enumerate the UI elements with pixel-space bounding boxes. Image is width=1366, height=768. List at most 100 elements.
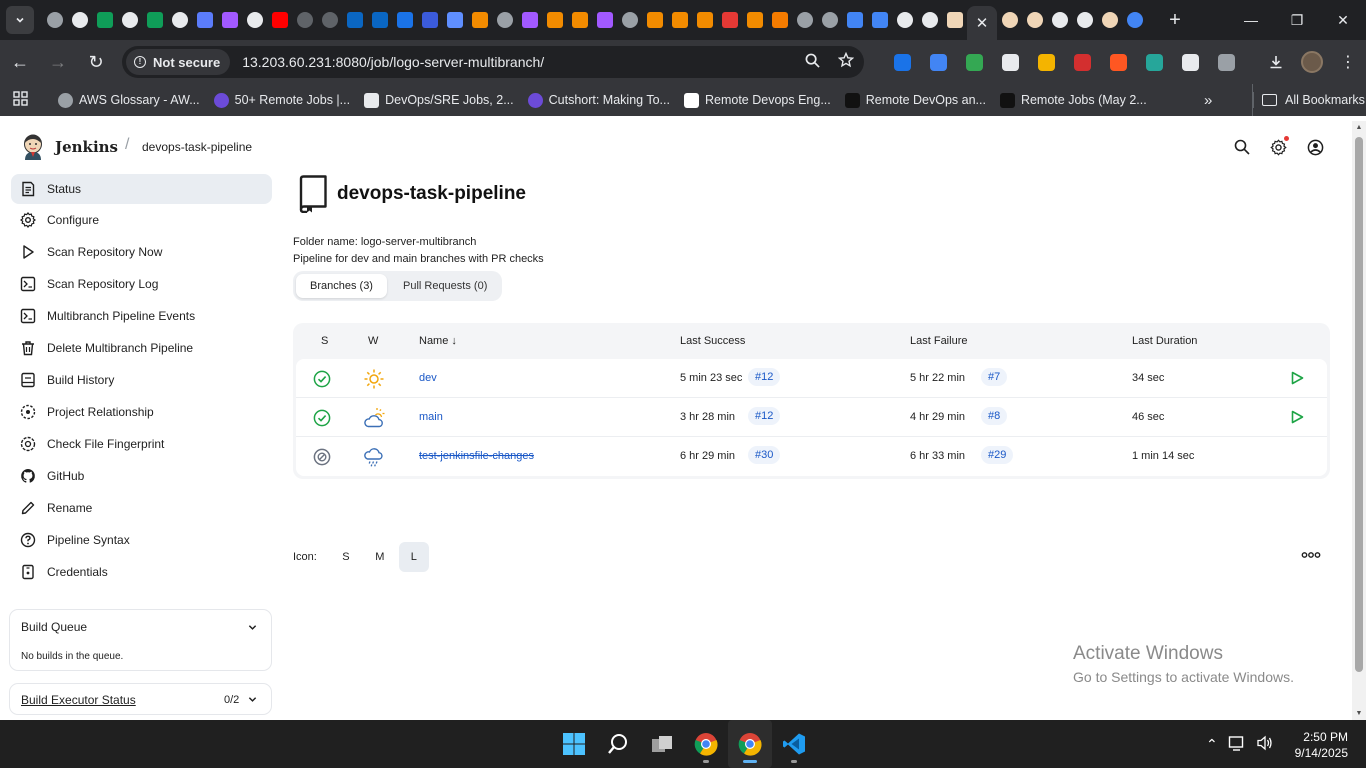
jenkins-brand[interactable]: Jenkins: [55, 138, 118, 156]
tab-favicon[interactable]: [1047, 0, 1072, 40]
branch-name-link[interactable]: test-jenkinsfile-changes: [419, 450, 534, 462]
sidebar-item-multibranch-pipeline-events[interactable]: Multibranch Pipeline Events: [11, 300, 272, 332]
chevron-down-icon[interactable]: [248, 695, 257, 704]
tab-favicon[interactable]: [842, 0, 867, 40]
tab-favicon[interactable]: [192, 0, 217, 40]
sidebar-item-build-history[interactable]: Build History: [11, 364, 272, 396]
tab-favicon[interactable]: [892, 0, 917, 40]
tab-favicon[interactable]: [542, 0, 567, 40]
extension-icon[interactable]: [1136, 40, 1172, 84]
reload-button[interactable]: ↻: [78, 44, 114, 80]
extension-icons[interactable]: [884, 40, 1244, 84]
tab-favicon[interactable]: [392, 0, 417, 40]
tab-favicon[interactable]: [42, 0, 67, 40]
column-name[interactable]: Name ↓: [419, 335, 457, 347]
icon-size-s[interactable]: S: [331, 542, 361, 572]
sidebar-item-configure[interactable]: Configure: [11, 204, 272, 236]
tab-favicon[interactable]: [692, 0, 717, 40]
last-failure-build-link[interactable]: #7: [981, 368, 1008, 386]
apps-grid-icon[interactable]: [0, 91, 40, 109]
extension-icon[interactable]: [1172, 40, 1208, 84]
branch-name-link[interactable]: dev: [419, 372, 437, 384]
tab-favicon[interactable]: [92, 0, 117, 40]
column-last-failure[interactable]: Last Failure: [910, 335, 967, 347]
network-icon[interactable]: [1228, 735, 1246, 754]
tab-favicon[interactable]: [817, 0, 842, 40]
taskbar-vscode[interactable]: [772, 720, 816, 768]
tab-favicon[interactable]: [242, 0, 267, 40]
tab-favicon[interactable]: [717, 0, 742, 40]
last-failure-build-link[interactable]: #8: [981, 407, 1008, 425]
column-last-success[interactable]: Last Success: [680, 335, 745, 347]
tab-favicon[interactable]: [317, 0, 342, 40]
chevron-down-icon[interactable]: [248, 623, 257, 632]
extension-icon[interactable]: [956, 40, 992, 84]
schedule-build-play-icon[interactable]: [1290, 371, 1304, 385]
icon-size-m[interactable]: M: [365, 542, 395, 572]
tab-favicon[interactable]: [642, 0, 667, 40]
tab-favicon[interactable]: [997, 0, 1022, 40]
tab-favicon[interactable]: [142, 0, 167, 40]
new-tab-button[interactable]: +: [1163, 9, 1187, 32]
search-icon[interactable]: [1232, 135, 1251, 159]
bookmark-item[interactable]: DevOps/SRE Jobs, 2...: [364, 92, 514, 108]
task-view-button[interactable]: [640, 720, 684, 768]
security-chip[interactable]: ! Not secure: [126, 49, 231, 75]
tab-favicon[interactable]: [1022, 0, 1047, 40]
bookmark-item[interactable]: Remote Devops Eng...: [683, 92, 831, 108]
tab-favicon[interactable]: [167, 0, 192, 40]
tab-favicon[interactable]: [1097, 0, 1122, 40]
tab-favicon[interactable]: [492, 0, 517, 40]
minimize-button[interactable]: —: [1228, 0, 1274, 40]
sidebar-item-scan-repository-now[interactable]: Scan Repository Now: [11, 236, 272, 268]
last-failure-build-link[interactable]: #29: [981, 446, 1014, 464]
bookmark-item[interactable]: AWS Glossary - AW...: [58, 92, 200, 108]
tab-favicon[interactable]: [67, 0, 92, 40]
tab-favicon[interactable]: [342, 0, 367, 40]
bookmark-item[interactable]: Cutshort: Making To...: [527, 92, 670, 108]
tab-favicon[interactable]: [267, 0, 292, 40]
last-success-build-link[interactable]: #30: [748, 446, 781, 464]
tab-favicon[interactable]: [292, 0, 317, 40]
tab-favicon[interactable]: [942, 0, 967, 40]
extension-icon[interactable]: [1064, 40, 1100, 84]
tab-favicon[interactable]: [1072, 0, 1097, 40]
tab-favicon[interactable]: [592, 0, 617, 40]
tab-search-button[interactable]: [6, 6, 34, 34]
tab-favicon[interactable]: [367, 0, 392, 40]
page-scrollbar[interactable]: ▲ ▼: [1352, 121, 1366, 720]
extension-icon[interactable]: [1100, 40, 1136, 84]
url-text[interactable]: 13.203.60.231:8080/job/logo-server-multi…: [242, 54, 544, 70]
last-success-build-link[interactable]: #12: [748, 407, 781, 425]
profile-avatar[interactable]: [1294, 40, 1330, 84]
tab-favicon[interactable]: [442, 0, 467, 40]
tab-favicon[interactable]: [792, 0, 817, 40]
sidebar-item-rename[interactable]: Rename: [11, 492, 272, 524]
schedule-build-play-icon[interactable]: [1290, 410, 1304, 424]
address-bar[interactable]: ! Not secure 13.203.60.231:8080/job/logo…: [122, 46, 864, 78]
more-options-icon[interactable]: [1301, 548, 1321, 562]
build-queue-title[interactable]: Build Queue: [21, 620, 87, 634]
tab-pull-requests[interactable]: Pull Requests (0): [387, 274, 499, 298]
tab-favicon[interactable]: [917, 0, 942, 40]
extension-icon[interactable]: [884, 40, 920, 84]
extension-icon[interactable]: [1208, 40, 1244, 84]
tab-favicon[interactable]: [417, 0, 442, 40]
sidebar-item-check-file-fingerprint[interactable]: Check File Fingerprint: [11, 428, 272, 460]
volume-icon[interactable]: [1256, 735, 1274, 754]
start-button[interactable]: [552, 720, 596, 768]
tab-favicons[interactable]: ✕: [42, 0, 1147, 40]
column-status[interactable]: S: [321, 335, 328, 347]
tab-branches[interactable]: Branches (3): [296, 274, 387, 298]
bookmark-item[interactable]: Remote Jobs (May 2...: [999, 92, 1147, 108]
scrollbar-thumb[interactable]: [1355, 137, 1363, 672]
system-clock[interactable]: 2:50 PM 9/14/2025: [1292, 729, 1348, 761]
sidebar-item-credentials[interactable]: Credentials: [11, 556, 272, 588]
browser-menu-icon[interactable]: ⋮: [1330, 40, 1366, 84]
tab-favicon[interactable]: [117, 0, 142, 40]
jenkins-logo-icon[interactable]: [22, 134, 44, 160]
manage-jenkins-gear-icon[interactable]: [1269, 135, 1289, 159]
bookmark-star-icon[interactable]: [837, 51, 855, 72]
tab-favicon[interactable]: [517, 0, 542, 40]
tab-favicon[interactable]: [742, 0, 767, 40]
